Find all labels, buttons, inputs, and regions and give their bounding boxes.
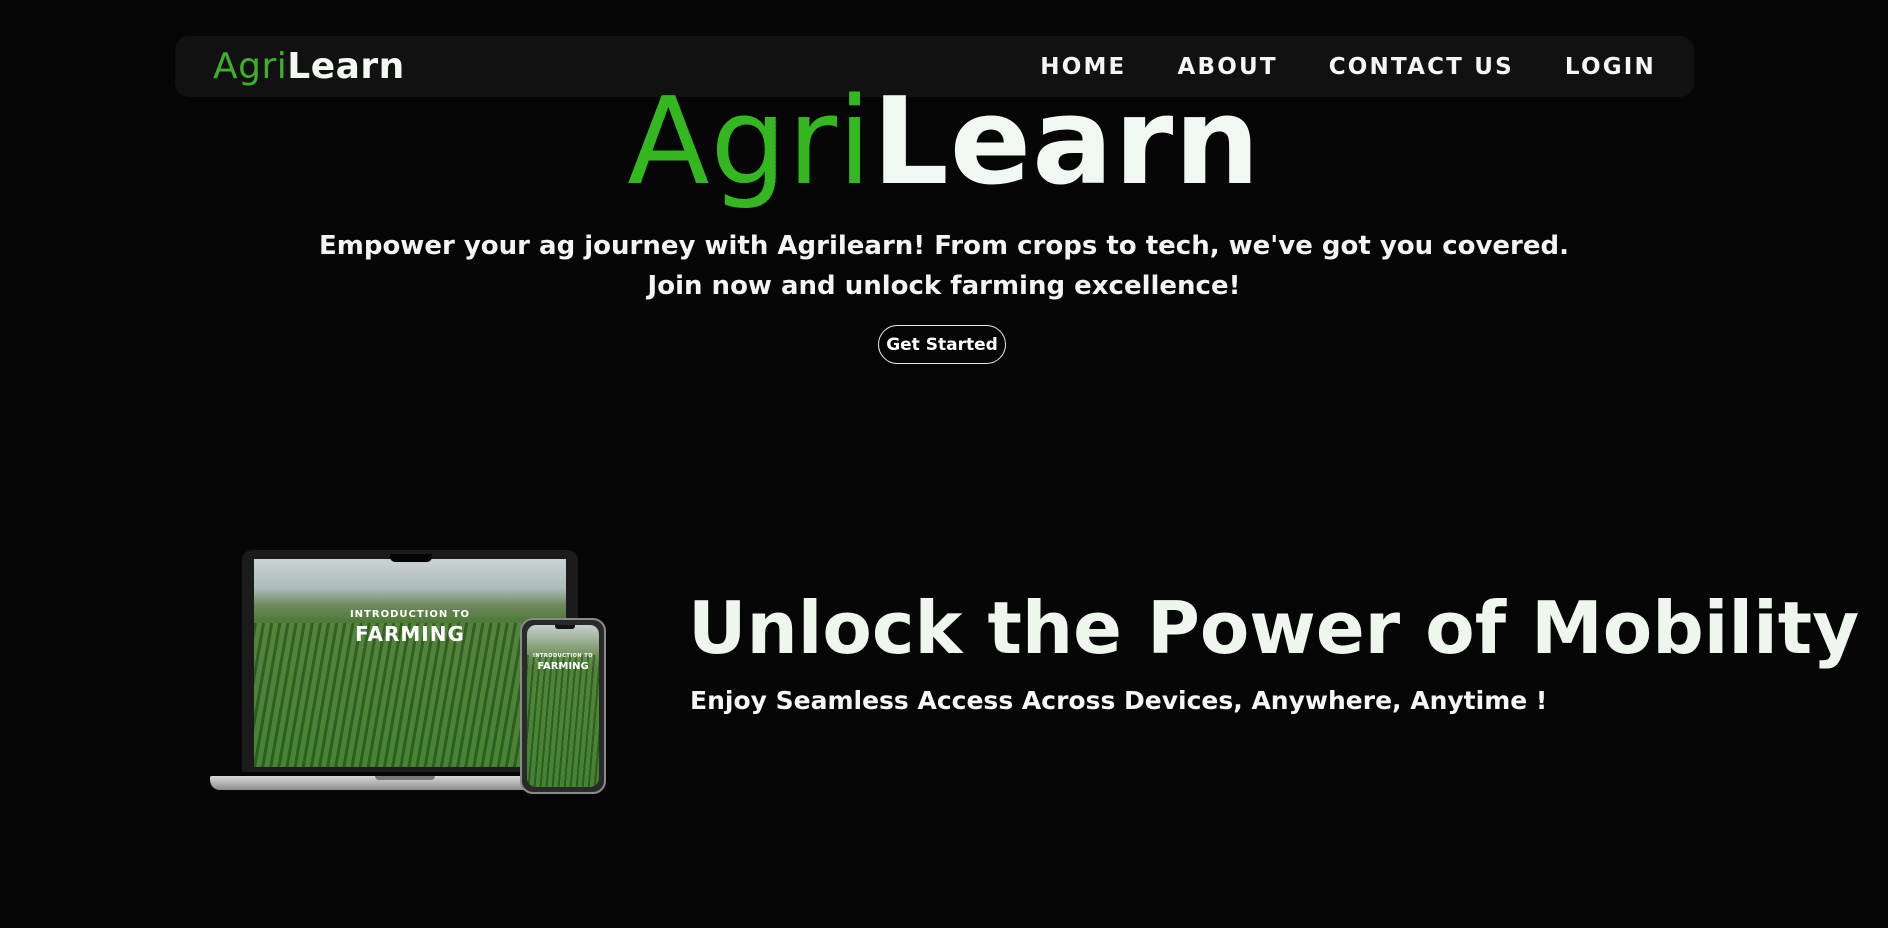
hero-title: AgriLearn bbox=[0, 73, 1888, 212]
laptop-notch bbox=[390, 554, 432, 562]
hero-title-learn: Learn bbox=[872, 73, 1261, 212]
phone-notch bbox=[555, 625, 575, 629]
hero-subtitle: Empower your ag journey with Agrilearn! … bbox=[0, 226, 1888, 306]
laptop-image-text-large: FARMING bbox=[355, 622, 465, 646]
hero-subtitle-line2: Join now and unlock farming excellence! bbox=[647, 271, 1241, 301]
phone-image-text-large: FARMING bbox=[537, 661, 589, 672]
hero-title-agri: Agri bbox=[627, 73, 873, 212]
nav-link-login[interactable]: LOGIN bbox=[1565, 54, 1656, 80]
devices-illustration: INTRODUCTION TO FARMING INTRODUCTION TO … bbox=[208, 548, 608, 798]
phone-screen-image: INTRODUCTION TO FARMING bbox=[527, 625, 599, 787]
phone-image-text-small: INTRODUCTION TO bbox=[532, 653, 594, 659]
laptop-image-text-small: INTRODUCTION TO bbox=[349, 609, 471, 620]
nav-link-contact-us[interactable]: CONTACT US bbox=[1329, 54, 1514, 80]
feature-title: Unlock the Power of Mobility bbox=[688, 586, 1860, 670]
get-started-button[interactable]: Get Started bbox=[878, 325, 1006, 364]
hero-subtitle-line1: Empower your ag journey with Agrilearn! … bbox=[318, 231, 1570, 261]
feature-subtitle: Enjoy Seamless Access Across Devices, An… bbox=[690, 686, 1548, 715]
